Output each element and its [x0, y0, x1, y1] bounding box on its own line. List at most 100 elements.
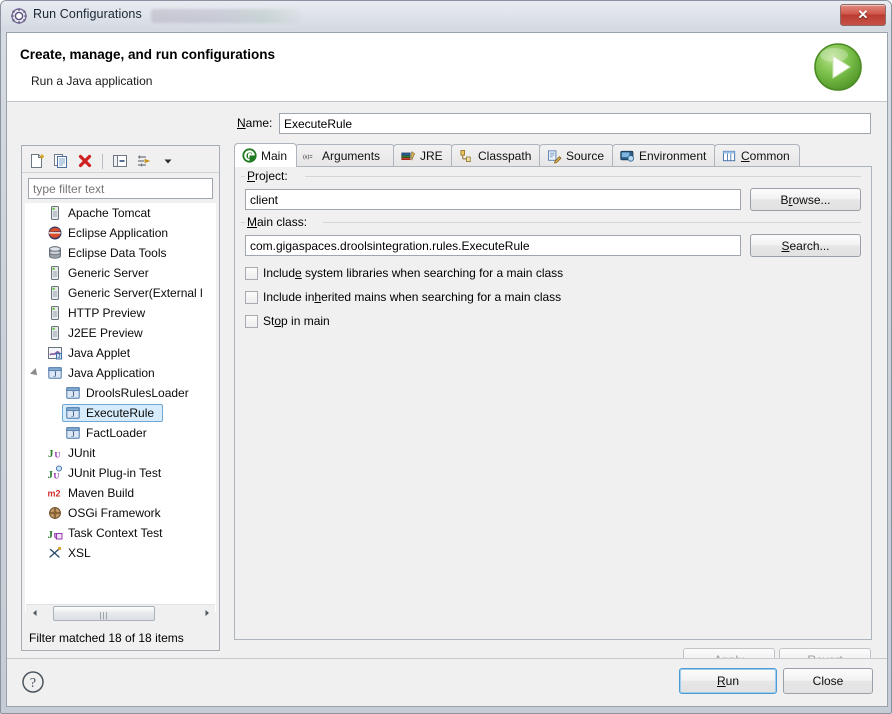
main-class-input[interactable] [245, 235, 741, 256]
tree-item[interactable]: J FactLoader [25, 423, 216, 443]
scroll-right-icon[interactable] [198, 605, 215, 622]
project-input[interactable] [245, 189, 741, 210]
close-icon: ✕ [857, 7, 869, 22]
tree-item-label: XSL [68, 546, 91, 560]
tab-source[interactable]: Source [539, 144, 614, 167]
tree-toolbar [22, 146, 219, 173]
svg-text:J: J [71, 430, 74, 439]
tab-label: Main [261, 148, 288, 163]
help-question-icon[interactable]: ? [21, 670, 45, 694]
dialog-client-area: Create, manage, and run configurations R… [6, 32, 888, 707]
tab-classpath[interactable]: Classpath [451, 144, 541, 167]
filter-input[interactable] [28, 178, 213, 199]
scrollbar-grip-icon: ||| [99, 610, 109, 620]
arguments-tab-icon: (x)= [303, 149, 318, 164]
osgi-icon [47, 505, 63, 521]
tree-item-label: ExecuteRule [86, 406, 155, 420]
svg-text:?: ? [30, 676, 36, 691]
window-title: Run Configurations [33, 7, 142, 21]
launch-configurations-panel: Apache Tomcat Eclipse Application Eclips… [21, 145, 220, 651]
name-label: Name: [237, 116, 273, 130]
run-button-label: Run [716, 674, 740, 688]
tab-arguments[interactable]: (x)= Arguments [295, 144, 395, 167]
tree-item[interactable]: m2 Maven Build [25, 483, 216, 503]
tree-item-label: Task Context Test [68, 526, 163, 540]
stop-in-main-label: Stop in main [263, 314, 330, 328]
tree-item[interactable]: Eclipse Application [25, 223, 216, 243]
close-dialog-button[interactable]: Close [783, 668, 873, 694]
server-icon [47, 305, 63, 321]
main-tab-icon: G [242, 148, 257, 163]
tree-item-label: Maven Build [68, 486, 135, 500]
tree-item-label: FactLoader [86, 426, 147, 440]
launch-configuration-tree[interactable]: Apache Tomcat Eclipse Application Eclips… [25, 203, 216, 612]
tree-item[interactable]: J Java Application [25, 363, 216, 383]
tree-horizontal-scrollbar[interactable]: ||| [26, 604, 215, 622]
stop-in-main-checkbox[interactable] [245, 314, 258, 328]
tree-item[interactable]: J Java Applet [25, 343, 216, 363]
scrollbar-track[interactable]: ||| [43, 604, 198, 622]
dialog-body: Apache Tomcat Eclipse Application Eclips… [7, 103, 887, 671]
tree-item[interactable]: J U JUnit [25, 443, 216, 463]
tab-label: Source [566, 149, 605, 163]
tab-environment[interactable]: Environment [612, 144, 716, 167]
include-inherited-mains-checkbox-row[interactable]: Include inherited mains when searching f… [245, 290, 561, 304]
collapse-all-icon[interactable] [110, 151, 130, 171]
tab-common[interactable]: Common [714, 144, 800, 167]
run-configurations-dialog: Run Configurations ✕ Create, manage, and… [0, 0, 892, 714]
name-input[interactable] [279, 113, 871, 134]
java-application-icon: J [47, 365, 63, 381]
tree-item[interactable]: XSL [25, 543, 216, 563]
run-button[interactable]: Run [679, 668, 777, 694]
tree-item[interactable]: J U Task Context Test [25, 523, 216, 543]
tree-item-label: JUnit Plug-in Test [68, 466, 162, 480]
scroll-left-icon[interactable] [26, 605, 43, 622]
browse-button[interactable]: Browse... [750, 188, 861, 211]
tree-item[interactable]: Generic Server [25, 263, 216, 283]
tab-main[interactable]: G Main [234, 143, 297, 167]
stop-in-main-checkbox-row[interactable]: Stop in main [245, 314, 330, 328]
tree-item[interactable]: J2EE Preview [25, 323, 216, 343]
tree-item[interactable]: HTTP Preview [25, 303, 216, 323]
tree-item[interactable]: Eclipse Data Tools [25, 243, 216, 263]
tree-item[interactable]: J DroolsRulesLoader [25, 383, 216, 403]
svg-text:J: J [53, 370, 56, 379]
tree-item-label: Apache Tomcat [68, 206, 151, 220]
tree-item[interactable]: Generic Server(External l [25, 283, 216, 303]
tree-item[interactable]: J ExecuteRule [25, 403, 216, 423]
junit-plugin-icon: J U [47, 465, 63, 481]
expand-collapse-arrow-icon[interactable] [30, 368, 40, 378]
tree-item-label: Eclipse Application [68, 226, 169, 240]
view-menu-chevron-down-icon[interactable] [158, 151, 178, 171]
tree-item-label: Java Application [68, 366, 155, 380]
delete-icon[interactable] [75, 151, 95, 171]
main-class-group-line-left [241, 222, 245, 223]
tree-item-label: OSGi Framework [68, 506, 161, 520]
tab-label: Classpath [478, 149, 532, 163]
window-close-button[interactable]: ✕ [840, 4, 886, 26]
tree-item-label: JUnit [68, 446, 96, 460]
project-label: Project: [245, 169, 290, 183]
duplicate-icon[interactable] [51, 151, 71, 171]
main-class-label: Main class: [245, 215, 310, 229]
tree-item[interactable]: OSGi Framework [25, 503, 216, 523]
svg-text:(x)=: (x)= [303, 154, 313, 160]
svg-text:m2: m2 [48, 489, 61, 499]
environment-tab-icon [620, 149, 635, 164]
dialog-banner: Create, manage, and run configurations R… [7, 33, 887, 102]
tab-jre[interactable]: JRE [393, 144, 453, 167]
search-button[interactable]: Search... [750, 234, 861, 257]
jre-tab-icon [401, 149, 416, 164]
tree-item-label: DroolsRulesLoader [86, 386, 189, 400]
eclipse-icon [47, 225, 63, 241]
filter-icon[interactable] [134, 151, 154, 171]
new-launch-configuration-icon[interactable] [27, 151, 47, 171]
scrollbar-thumb[interactable]: ||| [53, 605, 155, 621]
tab-label: Common [741, 149, 790, 163]
include-system-libraries-checkbox-row[interactable]: Include system libraries when searching … [245, 266, 563, 280]
database-icon [47, 245, 63, 261]
tree-item[interactable]: J U JUnit Plug-in Test [25, 463, 216, 483]
include-inherited-mains-checkbox[interactable] [245, 290, 258, 304]
tree-item[interactable]: Apache Tomcat [25, 203, 216, 223]
include-system-libraries-checkbox[interactable] [245, 266, 258, 280]
